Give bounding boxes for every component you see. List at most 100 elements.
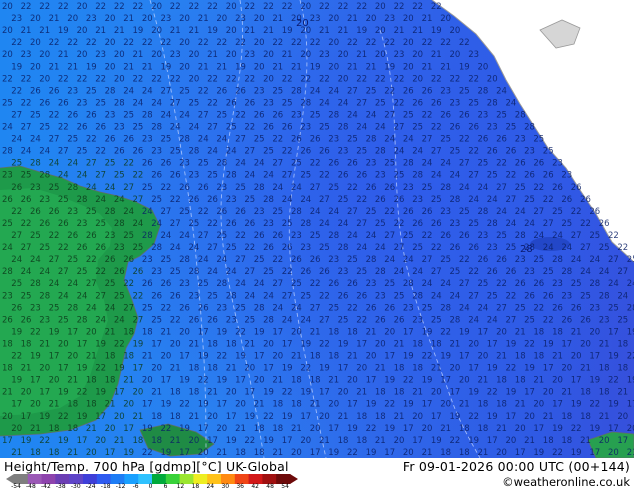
contour-label: 20: [123, 400, 134, 410]
contour-label: 22: [282, 147, 293, 157]
contour-label: 23: [39, 315, 50, 325]
contour-label: 20: [207, 412, 218, 422]
contour-label: 22: [384, 207, 395, 217]
contour-label: 22: [617, 243, 628, 253]
contour-label: 20: [403, 14, 414, 24]
contour-label: 22: [189, 2, 200, 12]
contour-label: 27: [580, 243, 591, 253]
contour-label: 24: [244, 171, 255, 181]
contour-label: 19: [11, 376, 22, 386]
contour-label: 19: [226, 436, 237, 446]
contour-label: 20: [338, 388, 349, 398]
contour-label: 22: [2, 74, 13, 84]
contour-label: 25: [86, 86, 97, 96]
contour-label: 28: [328, 231, 339, 241]
contour-label: 18: [440, 448, 451, 458]
contour-label: 26: [403, 207, 414, 217]
contour-label: 19: [198, 352, 209, 362]
contour-label: 22: [608, 376, 619, 386]
contour-label: 17: [142, 400, 153, 410]
contour-label: 25: [356, 147, 367, 157]
contour-label: 20: [114, 412, 125, 422]
contour-label: 22: [319, 2, 330, 12]
contour-label: 22: [95, 147, 106, 157]
contour-label: 20: [86, 448, 97, 458]
contour-label: 19: [282, 364, 293, 374]
contour-label: 26: [198, 303, 209, 313]
contour-label: 19: [506, 388, 517, 398]
contour-label: 28: [450, 315, 461, 325]
contour-label: 18: [170, 388, 181, 398]
contour-label: 22: [58, 243, 69, 253]
color-scale-tick-label: -24: [85, 483, 96, 490]
contour-label: 24: [440, 279, 451, 289]
contour-label: 17: [384, 352, 395, 362]
contour-label: 25: [244, 315, 255, 325]
contour-label: 17: [356, 340, 367, 350]
contour-label: 19: [77, 412, 88, 422]
contour-label: 24: [151, 219, 162, 229]
high-mark-label: 28: [520, 244, 533, 255]
contour-label: 26: [95, 123, 106, 133]
contour-label: 28: [39, 291, 50, 301]
contour-label: 23: [105, 231, 116, 241]
contour-label: 26: [114, 147, 125, 157]
contour-label: 18: [142, 327, 153, 337]
contour-label: 26: [105, 135, 116, 145]
contour-label: 22: [114, 340, 125, 350]
contour-label: 26: [161, 159, 172, 169]
contour-label: 26: [263, 123, 274, 133]
contour-label: 21: [2, 388, 13, 398]
contour-label: 20: [524, 412, 535, 422]
contour-label: 22: [216, 352, 227, 362]
contour-label: 23: [589, 303, 600, 313]
weather-map: 20 22 22 22 20 22 22 22 20 22 22 22 20 22 22 22 20 22 22 22…: [0, 0, 634, 458]
contour-label: 23: [30, 183, 41, 193]
contour-label: 25: [30, 231, 41, 241]
contour-label: 22: [506, 171, 517, 181]
contour-label: 25: [282, 219, 293, 229]
credit-link[interactable]: ©weatheronline.co.uk: [502, 475, 630, 489]
contour-label: 20: [487, 74, 498, 84]
contour-label: 26: [151, 291, 162, 301]
contour-label: 23: [328, 135, 339, 145]
contour-label: 21: [394, 26, 405, 36]
contour-label: 20: [375, 2, 386, 12]
contour-label: 21: [394, 412, 405, 422]
contour-label: 25: [133, 123, 144, 133]
contour-label: 17: [589, 352, 600, 362]
contour-label: 26: [207, 195, 218, 205]
contour-label: 22: [282, 74, 293, 84]
contour-label: 22: [450, 436, 461, 446]
contour-label: 18: [394, 364, 405, 374]
contour-label: 21: [422, 14, 433, 24]
contour-label: 21: [30, 424, 41, 434]
contour-label: 22: [123, 279, 134, 289]
contour-label: 21: [161, 327, 172, 337]
contour-label: 28: [589, 279, 600, 289]
contour-label: 18: [123, 327, 134, 337]
contour-label: 18: [515, 376, 526, 386]
contour-label: 18: [394, 388, 405, 398]
contour-label: 27: [543, 219, 554, 229]
contour-label: 20: [254, 376, 265, 386]
contour-label: 21: [431, 364, 442, 374]
contour-label: 24: [384, 255, 395, 265]
contour-label: 22: [580, 219, 591, 229]
contour-label: 23: [403, 183, 414, 193]
contour-label: 24: [263, 291, 274, 301]
contour-label: 19: [58, 388, 69, 398]
contour-label: 24: [105, 183, 116, 193]
contour-label: 18: [356, 412, 367, 422]
contour-label: 27: [207, 123, 218, 133]
contour-label: 25: [366, 207, 377, 217]
contour-label: 24: [328, 86, 339, 96]
contour-label: 23: [151, 147, 162, 157]
contour-label: 23: [524, 147, 535, 157]
contour-label: 20: [478, 352, 489, 362]
contour-label: 26: [366, 303, 377, 313]
contour-label: 20: [198, 448, 209, 458]
contour-label: 22: [282, 2, 293, 12]
contour-label: 22: [422, 352, 433, 362]
contour-label: 22: [11, 86, 22, 96]
